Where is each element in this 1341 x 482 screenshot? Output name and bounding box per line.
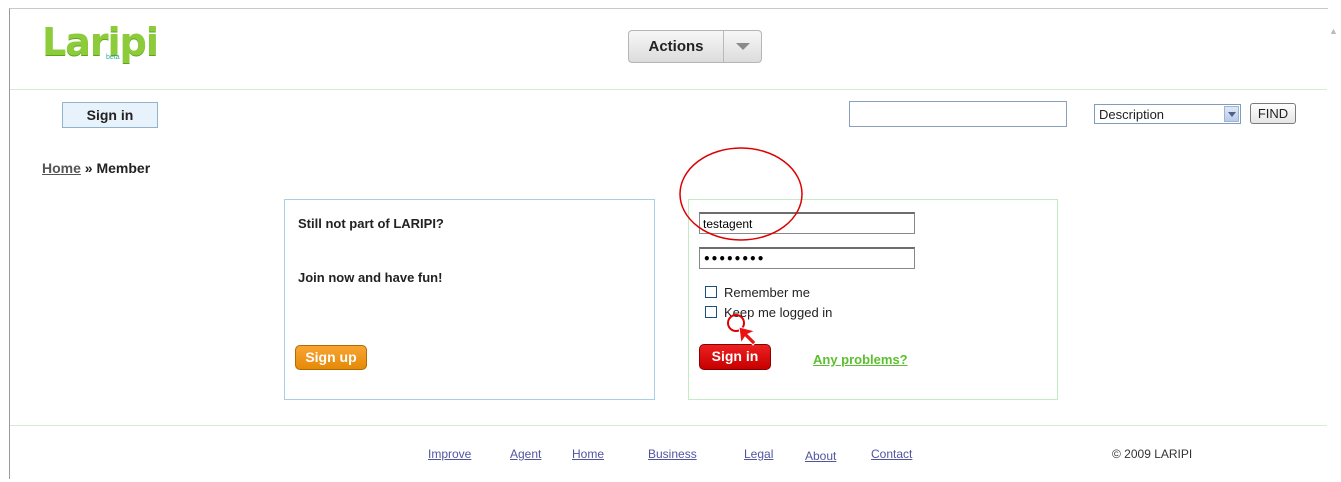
- footer-link-home[interactable]: Home: [572, 447, 604, 461]
- signin-button[interactable]: Sign in: [699, 344, 771, 370]
- signup-button[interactable]: Sign up: [295, 345, 367, 370]
- copyright-text: © 2009 LARIPI: [1112, 447, 1193, 461]
- breadcrumb-separator: »: [84, 160, 93, 176]
- search-input[interactable]: [849, 101, 1067, 127]
- breadcrumb-current: Member: [96, 160, 151, 176]
- scroll-up-icon[interactable]: ▲: [1329, 26, 1339, 36]
- footer-link-agent[interactable]: Agent: [510, 447, 541, 461]
- remember-me-label: Remember me: [724, 285, 810, 300]
- footer-link-improve[interactable]: Improve: [428, 447, 471, 461]
- breadcrumb-home-link[interactable]: Home: [42, 160, 81, 176]
- logo-beta-tag: beta: [106, 54, 120, 61]
- footer-link-about[interactable]: About: [805, 449, 836, 463]
- header-divider: [10, 89, 1327, 90]
- search-type-value: Description: [1099, 107, 1165, 122]
- keep-logged-in-label: Keep me logged in: [724, 305, 833, 320]
- dropdown-arrow-icon[interactable]: [1224, 106, 1239, 122]
- join-question: Still not part of LARIPI?: [298, 216, 444, 231]
- chevron-down-icon[interactable]: [724, 31, 761, 62]
- footer-link-contact[interactable]: Contact: [871, 447, 912, 461]
- footer-link-legal[interactable]: Legal: [744, 447, 773, 461]
- breadcrumb: Home » Member: [42, 160, 150, 176]
- actions-button[interactable]: Actions: [628, 30, 762, 63]
- password-input[interactable]: [699, 247, 915, 269]
- logo-text: Laripi: [42, 20, 159, 64]
- footer-link-business[interactable]: Business: [648, 447, 697, 461]
- keep-logged-in-checkbox[interactable]: [705, 306, 717, 318]
- actions-label: Actions: [648, 38, 704, 55]
- footer-divider: [10, 425, 1327, 426]
- top-signin-button[interactable]: Sign in: [62, 102, 158, 128]
- remember-me-checkbox[interactable]: [705, 286, 717, 298]
- logo[interactable]: Laripi beta: [42, 20, 159, 68]
- search-type-select[interactable]: Description: [1094, 104, 1241, 124]
- username-input[interactable]: [699, 212, 915, 234]
- join-cta-text: Join now and have fun!: [298, 270, 443, 285]
- find-button[interactable]: FIND: [1250, 103, 1296, 124]
- any-problems-link[interactable]: Any problems?: [813, 352, 908, 367]
- browser-frame: [9, 8, 1328, 479]
